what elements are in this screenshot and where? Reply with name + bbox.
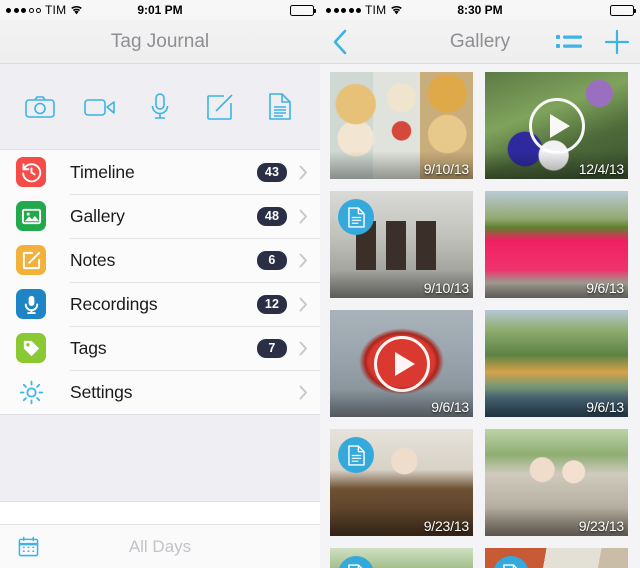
gallery-item[interactable] <box>485 548 628 568</box>
chevron-right-icon <box>299 341 308 356</box>
dual-screenshot: TIM 9:01 PM Tag Journal Timeline 43 Gall… <box>0 0 640 568</box>
menu-item-label: Tags <box>70 337 107 358</box>
menu-item-label: Notes <box>70 249 116 270</box>
plus-icon[interactable] <box>604 29 630 55</box>
battery-icon <box>610 4 636 16</box>
status-time: 9:01 PM <box>137 3 183 17</box>
menu-item-label: Timeline <box>70 161 135 182</box>
main-menu-list: Timeline 43 Gallery 48 Notes 6 Recording… <box>0 150 320 414</box>
gallery-item[interactable]: 9/23/13 <box>330 429 473 536</box>
quick-action-toolbar <box>0 64 320 150</box>
gallery-item[interactable]: 9/10/13 <box>330 72 473 179</box>
document-icon <box>338 199 374 235</box>
menu-item-label: Recordings <box>70 293 158 314</box>
chevron-right-icon <box>299 253 308 268</box>
gallery-item[interactable] <box>330 548 473 568</box>
play-icon <box>528 97 585 154</box>
camera-icon[interactable] <box>18 85 62 129</box>
gallery-item[interactable]: 9/10/13 <box>330 191 473 298</box>
chevron-right-icon <box>299 297 308 312</box>
chevron-right-icon <box>299 385 308 400</box>
gallery-item[interactable]: 9/6/13 <box>485 191 628 298</box>
status-right <box>610 4 636 16</box>
left-phone-screen: TIM 9:01 PM Tag Journal Timeline 43 Gall… <box>0 0 320 568</box>
menu-empty-area <box>0 414 320 502</box>
right-nav-bar: Gallery <box>320 20 640 64</box>
menu-item-badge: 12 <box>257 294 287 314</box>
left-nav-bar: Tag Journal <box>0 20 320 64</box>
microphone-icon[interactable] <box>138 85 182 129</box>
gallery-item[interactable]: 12/4/13 <box>485 72 628 179</box>
bottom-filter-bar[interactable]: All Days <box>0 524 320 568</box>
history-icon <box>16 157 46 187</box>
note-edit-icon <box>16 245 46 275</box>
menu-item-badge: 48 <box>257 206 287 226</box>
item-date: 9/6/13 <box>431 399 469 415</box>
item-date: 9/10/13 <box>423 280 470 296</box>
document-icon[interactable] <box>258 85 302 129</box>
back-button[interactable] <box>332 27 360 57</box>
menu-item-settings[interactable]: Settings <box>0 370 320 414</box>
menu-item-timeline[interactable]: Timeline 43 <box>0 150 320 194</box>
menu-item-badge: 43 <box>257 162 287 182</box>
status-right <box>290 4 316 16</box>
page-title: Tag Journal <box>110 30 210 52</box>
item-date: 12/4/13 <box>578 161 625 177</box>
tag-icon <box>16 333 46 363</box>
item-date: 9/6/13 <box>586 399 624 415</box>
menu-item-gallery[interactable]: Gallery 48 <box>0 194 320 238</box>
menu-item-recordings[interactable]: Recordings 12 <box>0 282 320 326</box>
play-icon <box>373 335 430 392</box>
right-phone-screen: TIM 8:30 PM Gallery 9/10/13 12/4/13 9/10… <box>320 0 640 568</box>
gallery-item[interactable]: 9/23/13 <box>485 429 628 536</box>
menu-item-label: Settings <box>70 381 133 402</box>
gear-icon <box>16 377 46 407</box>
video-icon[interactable] <box>78 85 122 129</box>
right-status-bar: TIM 8:30 PM <box>320 0 640 20</box>
list-view-icon[interactable] <box>556 33 582 51</box>
status-time: 8:30 PM <box>457 3 503 17</box>
gallery-grid: 9/10/13 12/4/13 9/10/13 9/6/13 9/6/13 9/… <box>320 64 640 568</box>
item-date: 9/23/13 <box>423 518 470 534</box>
left-status-bar: TIM 9:01 PM <box>0 0 320 20</box>
filter-label: All Days <box>128 536 192 556</box>
document-icon <box>338 437 374 473</box>
gallery-item[interactable]: 9/6/13 <box>330 310 473 417</box>
item-date: 9/6/13 <box>586 280 624 296</box>
battery-icon <box>290 4 316 16</box>
menu-item-notes[interactable]: Notes 6 <box>0 238 320 282</box>
gallery-item[interactable]: 9/6/13 <box>485 310 628 417</box>
menu-item-badge: 7 <box>257 338 287 358</box>
menu-item-tags[interactable]: Tags 7 <box>0 326 320 370</box>
photo-icon <box>16 201 46 231</box>
item-date: 9/10/13 <box>423 161 470 177</box>
menu-item-badge: 6 <box>257 250 287 270</box>
menu-item-label: Gallery <box>70 205 125 226</box>
microphone-icon <box>16 289 46 319</box>
chevron-right-icon <box>299 209 308 224</box>
note-edit-icon[interactable] <box>198 85 242 129</box>
nav-actions <box>556 20 630 64</box>
item-date: 9/23/13 <box>578 518 625 534</box>
chevron-right-icon <box>299 165 308 180</box>
